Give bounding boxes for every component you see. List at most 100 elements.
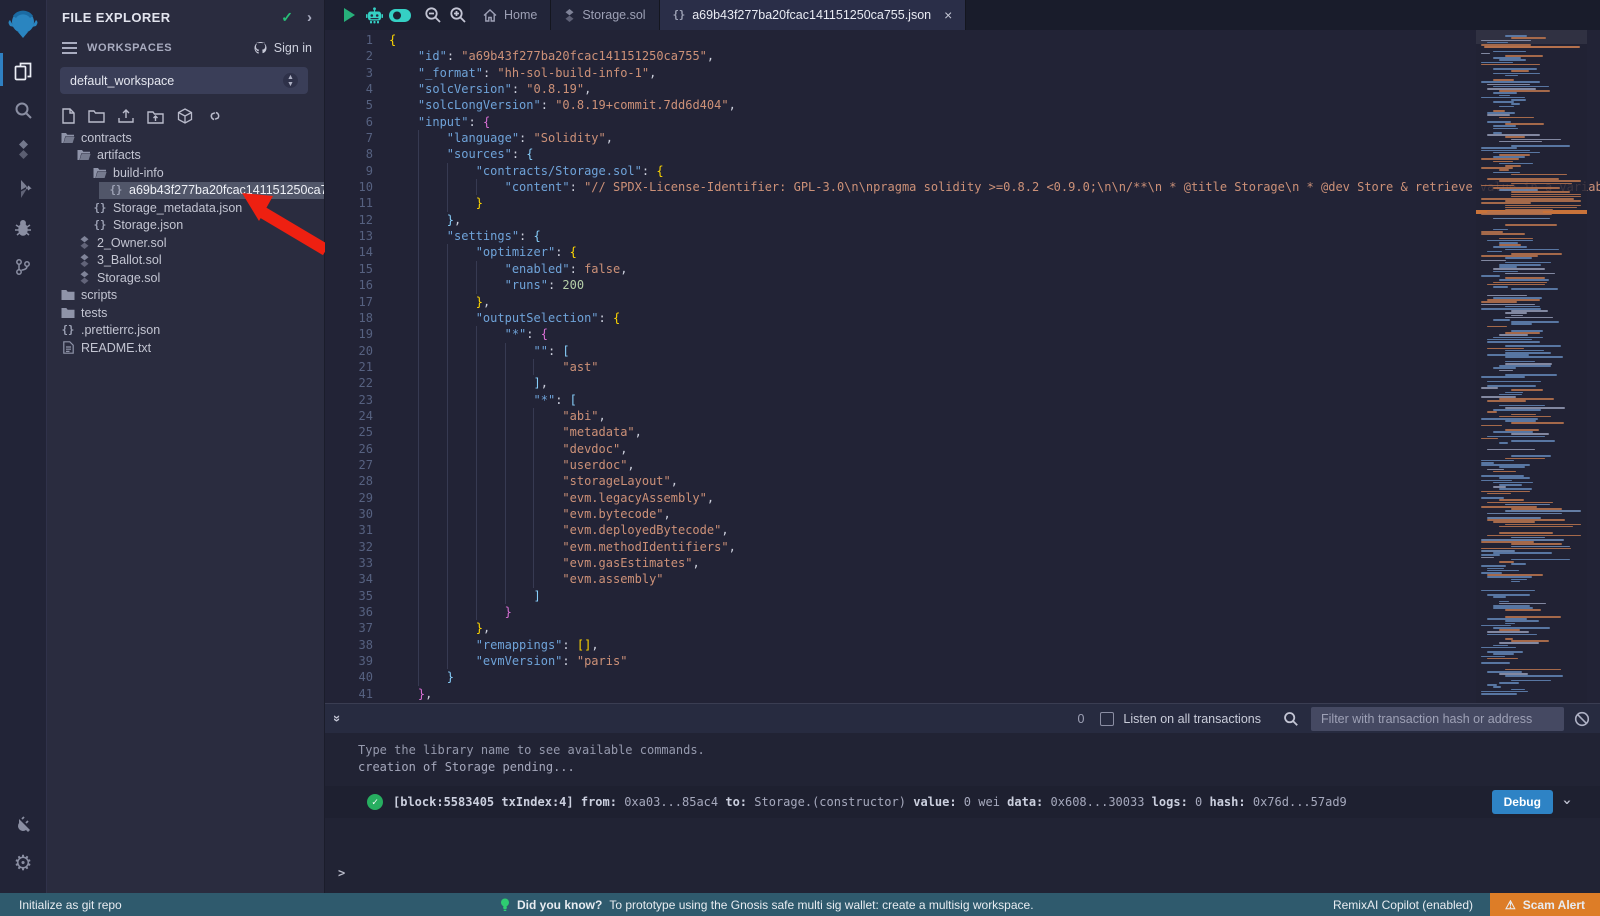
- tree-item-build-info[interactable]: build-info: [47, 164, 324, 182]
- tree-item-README.txt[interactable]: README.txt: [47, 339, 324, 357]
- code-line: }: [389, 669, 1600, 685]
- code-line: "id": "a69b43f277ba20fcac141151250ca755"…: [389, 48, 1600, 64]
- git-init-status[interactable]: Initialize as git repo: [19, 898, 122, 912]
- tree-item-Storage.json[interactable]: {}Storage.json: [47, 217, 324, 235]
- code-line: "evm.gasEstimates",: [389, 555, 1600, 571]
- panel-title: FILE EXPLORER: [62, 10, 281, 25]
- code-line: },: [389, 686, 1600, 702]
- folder-icon: [61, 289, 75, 301]
- debugger-icon[interactable]: [0, 208, 47, 247]
- copilot-toggle[interactable]: [387, 0, 412, 30]
- file-explorer-panel: FILE EXPLORER ✓ › WORKSPACES Sign in def…: [47, 0, 325, 893]
- copilot-status[interactable]: RemixAI Copilot (enabled): [1333, 898, 1473, 912]
- run-script-button[interactable]: [337, 0, 362, 30]
- listen-label: Listen on all transactions: [1123, 712, 1261, 726]
- link-icon[interactable]: [206, 109, 224, 126]
- code-line: "language": "Solidity",: [389, 130, 1600, 146]
- code-line: "evm.legacyAssembly",: [389, 490, 1600, 506]
- scam-alert-badge[interactable]: ⚠ Scam Alert: [1490, 893, 1600, 916]
- zoom-out-icon[interactable]: [420, 0, 445, 30]
- code-line: },: [389, 294, 1600, 310]
- caret-updown-icon: ▲▼: [283, 73, 298, 88]
- tx-expand-icon[interactable]: ›: [1558, 797, 1576, 806]
- tab-Home[interactable]: Home: [470, 0, 551, 30]
- debug-button[interactable]: Debug: [1492, 790, 1553, 814]
- tree-item-tests[interactable]: tests: [47, 304, 324, 322]
- new-file-icon[interactable]: [62, 108, 75, 127]
- code-line: "devdoc",: [389, 441, 1600, 457]
- warning-icon: ⚠: [1505, 898, 1516, 912]
- workspace-select[interactable]: default_workspace ▲▼: [60, 67, 308, 94]
- solidity-file-icon: [79, 254, 90, 267]
- search-icon[interactable]: [0, 91, 47, 130]
- tree-item-Storage_metadata.json[interactable]: {}Storage_metadata.json: [47, 199, 324, 217]
- transaction-count: 0: [1077, 712, 1084, 726]
- code-line: "optimizer": {: [389, 244, 1600, 260]
- folder-open-icon: [77, 149, 91, 161]
- upload-folder-icon[interactable]: [147, 109, 164, 127]
- tree-item-contracts[interactable]: contracts: [47, 129, 324, 147]
- solidity-compiler-icon[interactable]: [0, 130, 47, 169]
- check-icon: ✓: [281, 9, 293, 26]
- code-line: },: [389, 212, 1600, 228]
- code-line: "evm.deployedBytecode",: [389, 522, 1600, 538]
- code-line: ]: [389, 588, 1600, 604]
- code-editor[interactable]: 1234567891011121314151617181920212223242…: [325, 30, 1600, 703]
- tx-success-icon: ✓: [367, 794, 383, 810]
- git-icon[interactable]: [0, 247, 47, 286]
- deploy-run-icon[interactable]: [0, 169, 47, 208]
- ai-copilot-robot-icon[interactable]: [362, 0, 387, 30]
- workspaces-label: WORKSPACES: [87, 42, 253, 54]
- terminal-search-icon[interactable]: [1283, 711, 1299, 727]
- tab-close-icon[interactable]: ×: [944, 7, 952, 23]
- code-line: "evm.methodIdentifiers",: [389, 539, 1600, 555]
- tree-item-.prettierrc.json[interactable]: {}.prettierrc.json: [47, 322, 324, 340]
- did-you-know-tip: Did you know? To prototype using the Gno…: [500, 898, 1034, 912]
- tree-item-a69b43f277ba20fcac141151250ca7...[interactable]: {}a69b43f277ba20fcac141151250ca7...: [99, 182, 324, 200]
- tree-item-Storage.sol[interactable]: Storage.sol: [47, 269, 324, 287]
- terminal-line: Type the library name to see available c…: [358, 742, 705, 759]
- tabbar-empty: [966, 0, 1600, 30]
- plugin-manager-icon[interactable]: [0, 805, 47, 844]
- listen-checkbox[interactable]: [1100, 712, 1114, 726]
- code-line: "metadata",: [389, 424, 1600, 440]
- chevron-right-icon[interactable]: ›: [307, 9, 312, 26]
- workspaces-menu-icon[interactable]: [62, 39, 77, 57]
- new-folder-icon[interactable]: [88, 109, 105, 126]
- terminal-toolbar: » 0 Listen on all transactions: [325, 703, 1600, 733]
- code-line: }: [389, 195, 1600, 211]
- clear-console-icon[interactable]: [1574, 711, 1590, 727]
- tab-bar: Home Storage.sol{}a69b43f277ba20fcac14115…: [325, 0, 1600, 30]
- transaction-log-row[interactable]: ✓ [block:5583405 txIndex:4] from: 0xa03.…: [325, 786, 1600, 818]
- terminal-output: Type the library name to see available c…: [358, 742, 705, 776]
- minimap[interactable]: [1476, 30, 1587, 703]
- terminal[interactable]: Type the library name to see available c…: [325, 733, 1600, 893]
- settings-icon[interactable]: ⚙: [0, 844, 47, 883]
- terminal-prompt[interactable]: >: [338, 866, 345, 880]
- transaction-filter-input[interactable]: [1311, 707, 1564, 731]
- tab-a69b43f277ba20fcac141151250ca755.json[interactable]: {}a69b43f277ba20fcac141151250ca755.json×: [660, 0, 967, 30]
- publish-ipfs-icon[interactable]: [177, 108, 193, 127]
- code-line: "content": "// SPDX-License-Identifier: …: [389, 179, 1600, 195]
- code-line: {: [389, 32, 1600, 48]
- tree-item-label: 3_Ballot.sol: [97, 253, 162, 267]
- code-line: "runs": 200: [389, 277, 1600, 293]
- code-line: }: [389, 604, 1600, 620]
- tree-item-artifacts[interactable]: artifacts: [47, 147, 324, 165]
- github-sign-in[interactable]: Sign in: [253, 41, 312, 55]
- remix-logo-icon[interactable]: [6, 7, 40, 41]
- terminal-collapse-icon[interactable]: »: [330, 715, 345, 722]
- file-explorer-icon[interactable]: [0, 52, 47, 91]
- zoom-in-icon[interactable]: [445, 0, 470, 30]
- tree-item-label: Storage_metadata.json: [113, 201, 242, 215]
- tree-item-2_Owner.sol[interactable]: 2_Owner.sol: [47, 234, 324, 252]
- json-file-icon: {}: [110, 184, 123, 196]
- tree-item-label: Storage.json: [113, 218, 183, 232]
- upload-file-icon[interactable]: [118, 108, 134, 127]
- tab-label: Home: [504, 8, 537, 22]
- tab-Storage.sol[interactable]: Storage.sol: [551, 0, 659, 30]
- tree-item-label: .prettierrc.json: [81, 323, 160, 337]
- lightbulb-icon: [500, 898, 510, 912]
- tree-item-scripts[interactable]: scripts: [47, 287, 324, 305]
- tree-item-3_Ballot.sol[interactable]: 3_Ballot.sol: [47, 252, 324, 270]
